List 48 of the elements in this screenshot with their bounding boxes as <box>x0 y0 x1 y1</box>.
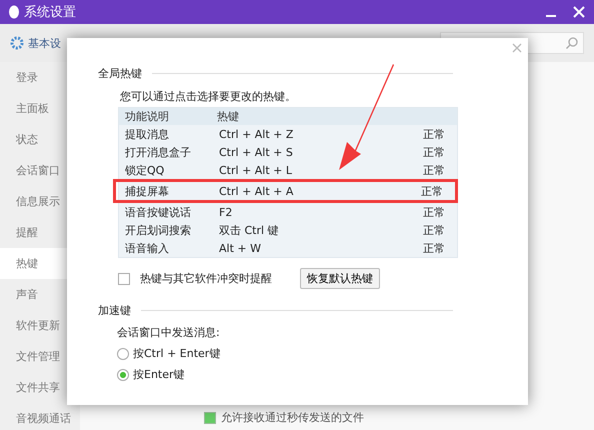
table-row[interactable]: 语音按键说话 F2 正常 <box>119 203 457 221</box>
table-cell-text: 语音按键说话 <box>124 204 192 220</box>
table-cell-text: 正常 <box>422 222 446 238</box>
radio-button[interactable] <box>117 348 129 360</box>
table-cell-text: Ctrl + Alt + Z <box>218 128 294 140</box>
table-cell-text: 正常 <box>422 126 446 142</box>
table-cell-text: Alt + W <box>218 242 262 254</box>
table-cell-text: Ctrl + Alt + A <box>218 184 294 198</box>
sidebar-item[interactable]: 音视频通话 <box>0 403 80 430</box>
table-row[interactable]: 语音输入 Alt + W 正常 <box>119 239 457 257</box>
checkbox[interactable] <box>204 412 216 424</box>
section-title: 全局热键 <box>98 66 142 81</box>
section-title: 加速键 <box>98 303 131 318</box>
table-cell-text: 正常 <box>422 204 446 220</box>
option-label: 允许接收通过秒传发送的文件 <box>221 410 364 425</box>
table-cell-text: 正常 <box>422 144 446 160</box>
gear-icon <box>10 36 24 50</box>
table-cell-text: Ctrl + Alt + L <box>218 164 294 176</box>
prompt-text: 会话窗口中发送消息: <box>117 325 221 340</box>
table-cell-text: 锁定QQ <box>124 162 166 178</box>
table-cell-text: 开启划词搜索 <box>124 222 192 238</box>
table-cell-text: 正常 <box>420 184 444 198</box>
checkbox[interactable] <box>118 272 130 284</box>
checkbox-label: 热键与其它软件冲突时提醒 <box>140 271 272 286</box>
settings-tab[interactable]: 基本设 <box>28 36 61 50</box>
table-cell-text: 正常 <box>422 240 446 256</box>
table-cell-text: 提取消息 <box>124 126 170 142</box>
table-cell-text: 双击 Ctrl 键 <box>218 222 280 238</box>
description-text: 您可以通过点击选择要更改的热键。 <box>120 89 297 104</box>
radio-label: 按Ctrl + Enter键 <box>133 346 220 361</box>
table-cell-text: 语音输入 <box>124 240 170 256</box>
table-cell-text: 打开消息盒子 <box>124 144 192 160</box>
radio-button[interactable] <box>117 368 129 380</box>
table-cell-text: Ctrl + Alt + S <box>218 146 294 158</box>
search-icon <box>565 36 579 50</box>
window-title: 系统设置 <box>24 4 77 21</box>
table-row[interactable]: 锁定QQ Ctrl + Alt + L 正常 <box>119 161 457 179</box>
table-cell-text: 捕捉屏幕 <box>124 184 170 198</box>
radio-label: 按Enter键 <box>133 367 185 382</box>
table-row[interactable]: 打开消息盒子 Ctrl + Alt + S 正常 <box>119 143 457 161</box>
table-row[interactable]: 提取消息 Ctrl + Alt + Z 正常 <box>119 125 457 143</box>
column-header: 热键 <box>216 109 240 124</box>
table-cell-text: 正常 <box>422 162 446 178</box>
restore-defaults-button[interactable]: 恢复默认热键 <box>300 268 380 289</box>
column-header: 功能说明 <box>124 109 170 124</box>
table-row[interactable]: 开启划词搜索 双击 Ctrl 键 正常 <box>119 221 457 239</box>
highlighted-row[interactable]: 捕捉屏幕 Ctrl + Alt + A 正常 <box>113 179 458 203</box>
table-cell-text: F2 <box>218 206 234 218</box>
